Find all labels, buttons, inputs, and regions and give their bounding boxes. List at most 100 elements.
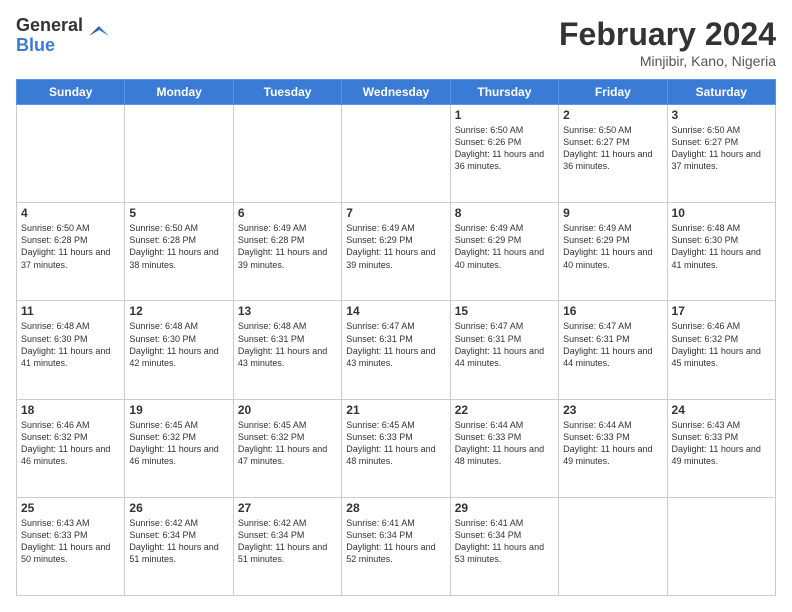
calendar-cell: 14 Sunrise: 6:47 AM Sunset: 6:31 PM Dayli… (342, 301, 450, 399)
day-number: 8 (455, 206, 554, 220)
day-info: Sunrise: 6:42 AM Sunset: 6:34 PM Dayligh… (129, 517, 228, 566)
day-info: Sunrise: 6:48 AM Sunset: 6:30 PM Dayligh… (129, 320, 228, 369)
calendar-cell: 3 Sunrise: 6:50 AM Sunset: 6:27 PM Daylig… (667, 105, 775, 203)
calendar-week-row: 11Sunrise: 6:48 AM Sunset: 6:30 PM Dayli… (17, 301, 776, 399)
day-info: Sunrise: 6:41 AM Sunset: 6:34 PM Dayligh… (455, 517, 554, 566)
calendar-cell: 16 Sunrise: 6:47 AM Sunset: 6:31 PM Dayli… (559, 301, 667, 399)
calendar-cell: 26 Sunrise: 6:42 AM Sunset: 6:34 PM Dayli… (125, 497, 233, 595)
day-number: 17 (672, 304, 771, 318)
day-number: 21 (346, 403, 445, 417)
day-number: 5 (129, 206, 228, 220)
calendar-day-header: Wednesday (342, 80, 450, 105)
day-info: Sunrise: 6:50 AM Sunset: 6:27 PM Dayligh… (563, 124, 662, 173)
calendar-week-row: 25Sunrise: 6:43 AM Sunset: 6:33 PM Dayli… (17, 497, 776, 595)
calendar-cell: 18 Sunrise: 6:46 AM Sunset: 6:32 PM Dayli… (17, 399, 125, 497)
day-info: Sunrise: 6:48 AM Sunset: 6:31 PM Dayligh… (238, 320, 337, 369)
day-number: 13 (238, 304, 337, 318)
day-number: 20 (238, 403, 337, 417)
calendar-cell (667, 497, 775, 595)
calendar-cell: 5Sunrise: 6:50 AM Sunset: 6:28 PM Daylig… (125, 203, 233, 301)
day-info: Sunrise: 6:49 AM Sunset: 6:29 PM Dayligh… (563, 222, 662, 271)
location: Minjibir, Kano, Nigeria (559, 53, 776, 69)
calendar-cell: 28 Sunrise: 6:41 AM Sunset: 6:34 PM Dayli… (342, 497, 450, 595)
day-number: 6 (238, 206, 337, 220)
day-info: Sunrise: 6:49 AM Sunset: 6:29 PM Dayligh… (346, 222, 445, 271)
logo-icon (85, 22, 113, 50)
day-info: Sunrise: 6:44 AM Sunset: 6:33 PM Dayligh… (455, 419, 554, 468)
day-number: 26 (129, 501, 228, 515)
day-number: 15 (455, 304, 554, 318)
calendar-cell (233, 105, 341, 203)
calendar-week-row: 4Sunrise: 6:50 AM Sunset: 6:28 PM Daylig… (17, 203, 776, 301)
calendar-cell: 23 Sunrise: 6:44 AM Sunset: 6:33 PM Dayli… (559, 399, 667, 497)
day-info: Sunrise: 6:50 AM Sunset: 6:27 PM Dayligh… (672, 124, 771, 173)
calendar-week-row: 18 Sunrise: 6:46 AM Sunset: 6:32 PM Dayli… (17, 399, 776, 497)
logo-text: General Blue (16, 16, 83, 56)
title-block: February 2024 Minjibir, Kano, Nigeria (559, 16, 776, 69)
calendar-cell (17, 105, 125, 203)
calendar-cell: 29 Sunrise: 6:41 AM Sunset: 6:34 PM Dayli… (450, 497, 558, 595)
calendar-day-header: Friday (559, 80, 667, 105)
day-info: Sunrise: 6:47 AM Sunset: 6:31 PM Dayligh… (455, 320, 554, 369)
day-info: Sunrise: 6:47 AM Sunset: 6:31 PM Dayligh… (563, 320, 662, 369)
calendar-cell: 24Sunrise: 6:43 AM Sunset: 6:33 PM Dayli… (667, 399, 775, 497)
calendar-header-row: SundayMondayTuesdayWednesdayThursdayFrid… (17, 80, 776, 105)
calendar-cell: 1Sunrise: 6:50 AM Sunset: 6:26 PM Daylig… (450, 105, 558, 203)
day-number: 16 (563, 304, 662, 318)
calendar-cell: 13 Sunrise: 6:48 AM Sunset: 6:31 PM Dayli… (233, 301, 341, 399)
day-number: 4 (21, 206, 120, 220)
day-number: 3 (672, 108, 771, 122)
calendar-day-header: Sunday (17, 80, 125, 105)
calendar-day-header: Monday (125, 80, 233, 105)
day-info: Sunrise: 6:46 AM Sunset: 6:32 PM Dayligh… (672, 320, 771, 369)
calendar-cell: 4Sunrise: 6:50 AM Sunset: 6:28 PM Daylig… (17, 203, 125, 301)
calendar-cell: 7Sunrise: 6:49 AM Sunset: 6:29 PM Daylig… (342, 203, 450, 301)
calendar-day-header: Thursday (450, 80, 558, 105)
calendar-table: SundayMondayTuesdayWednesdayThursdayFrid… (16, 79, 776, 596)
day-number: 18 (21, 403, 120, 417)
day-number: 27 (238, 501, 337, 515)
calendar-cell: 21 Sunrise: 6:45 AM Sunset: 6:33 PM Dayli… (342, 399, 450, 497)
day-info: Sunrise: 6:45 AM Sunset: 6:32 PM Dayligh… (129, 419, 228, 468)
day-number: 23 (563, 403, 662, 417)
calendar-cell: 19Sunrise: 6:45 AM Sunset: 6:32 PM Dayli… (125, 399, 233, 497)
day-info: Sunrise: 6:44 AM Sunset: 6:33 PM Dayligh… (563, 419, 662, 468)
calendar-cell: 17 Sunrise: 6:46 AM Sunset: 6:32 PM Dayli… (667, 301, 775, 399)
day-number: 10 (672, 206, 771, 220)
day-number: 28 (346, 501, 445, 515)
month-title: February 2024 (559, 16, 776, 53)
logo-blue: Blue (16, 36, 83, 56)
header: General Blue February 2024 Minjibir, Kan… (16, 16, 776, 69)
day-info: Sunrise: 6:49 AM Sunset: 6:29 PM Dayligh… (455, 222, 554, 271)
day-info: Sunrise: 6:42 AM Sunset: 6:34 PM Dayligh… (238, 517, 337, 566)
day-info: Sunrise: 6:47 AM Sunset: 6:31 PM Dayligh… (346, 320, 445, 369)
day-number: 29 (455, 501, 554, 515)
calendar-cell (559, 497, 667, 595)
calendar-cell: 11Sunrise: 6:48 AM Sunset: 6:30 PM Dayli… (17, 301, 125, 399)
day-info: Sunrise: 6:45 AM Sunset: 6:32 PM Dayligh… (238, 419, 337, 468)
calendar-cell: 2 Sunrise: 6:50 AM Sunset: 6:27 PM Daylig… (559, 105, 667, 203)
calendar-cell (342, 105, 450, 203)
day-info: Sunrise: 6:49 AM Sunset: 6:28 PM Dayligh… (238, 222, 337, 271)
calendar-cell: 8 Sunrise: 6:49 AM Sunset: 6:29 PM Daylig… (450, 203, 558, 301)
calendar-cell: 12Sunrise: 6:48 AM Sunset: 6:30 PM Dayli… (125, 301, 233, 399)
day-info: Sunrise: 6:45 AM Sunset: 6:33 PM Dayligh… (346, 419, 445, 468)
day-number: 2 (563, 108, 662, 122)
day-info: Sunrise: 6:41 AM Sunset: 6:34 PM Dayligh… (346, 517, 445, 566)
day-number: 14 (346, 304, 445, 318)
calendar-week-row: 1Sunrise: 6:50 AM Sunset: 6:26 PM Daylig… (17, 105, 776, 203)
day-info: Sunrise: 6:43 AM Sunset: 6:33 PM Dayligh… (21, 517, 120, 566)
day-info: Sunrise: 6:43 AM Sunset: 6:33 PM Dayligh… (672, 419, 771, 468)
calendar-day-header: Saturday (667, 80, 775, 105)
day-number: 1 (455, 108, 554, 122)
calendar-cell: 9 Sunrise: 6:49 AM Sunset: 6:29 PM Daylig… (559, 203, 667, 301)
calendar-cell: 10Sunrise: 6:48 AM Sunset: 6:30 PM Dayli… (667, 203, 775, 301)
calendar-cell: 27 Sunrise: 6:42 AM Sunset: 6:34 PM Dayli… (233, 497, 341, 595)
logo-general: General (16, 16, 83, 36)
calendar-cell: 22 Sunrise: 6:44 AM Sunset: 6:33 PM Dayli… (450, 399, 558, 497)
day-number: 22 (455, 403, 554, 417)
calendar-cell: 6 Sunrise: 6:49 AM Sunset: 6:28 PM Daylig… (233, 203, 341, 301)
day-info: Sunrise: 6:46 AM Sunset: 6:32 PM Dayligh… (21, 419, 120, 468)
day-number: 9 (563, 206, 662, 220)
calendar-cell: 20 Sunrise: 6:45 AM Sunset: 6:32 PM Dayli… (233, 399, 341, 497)
